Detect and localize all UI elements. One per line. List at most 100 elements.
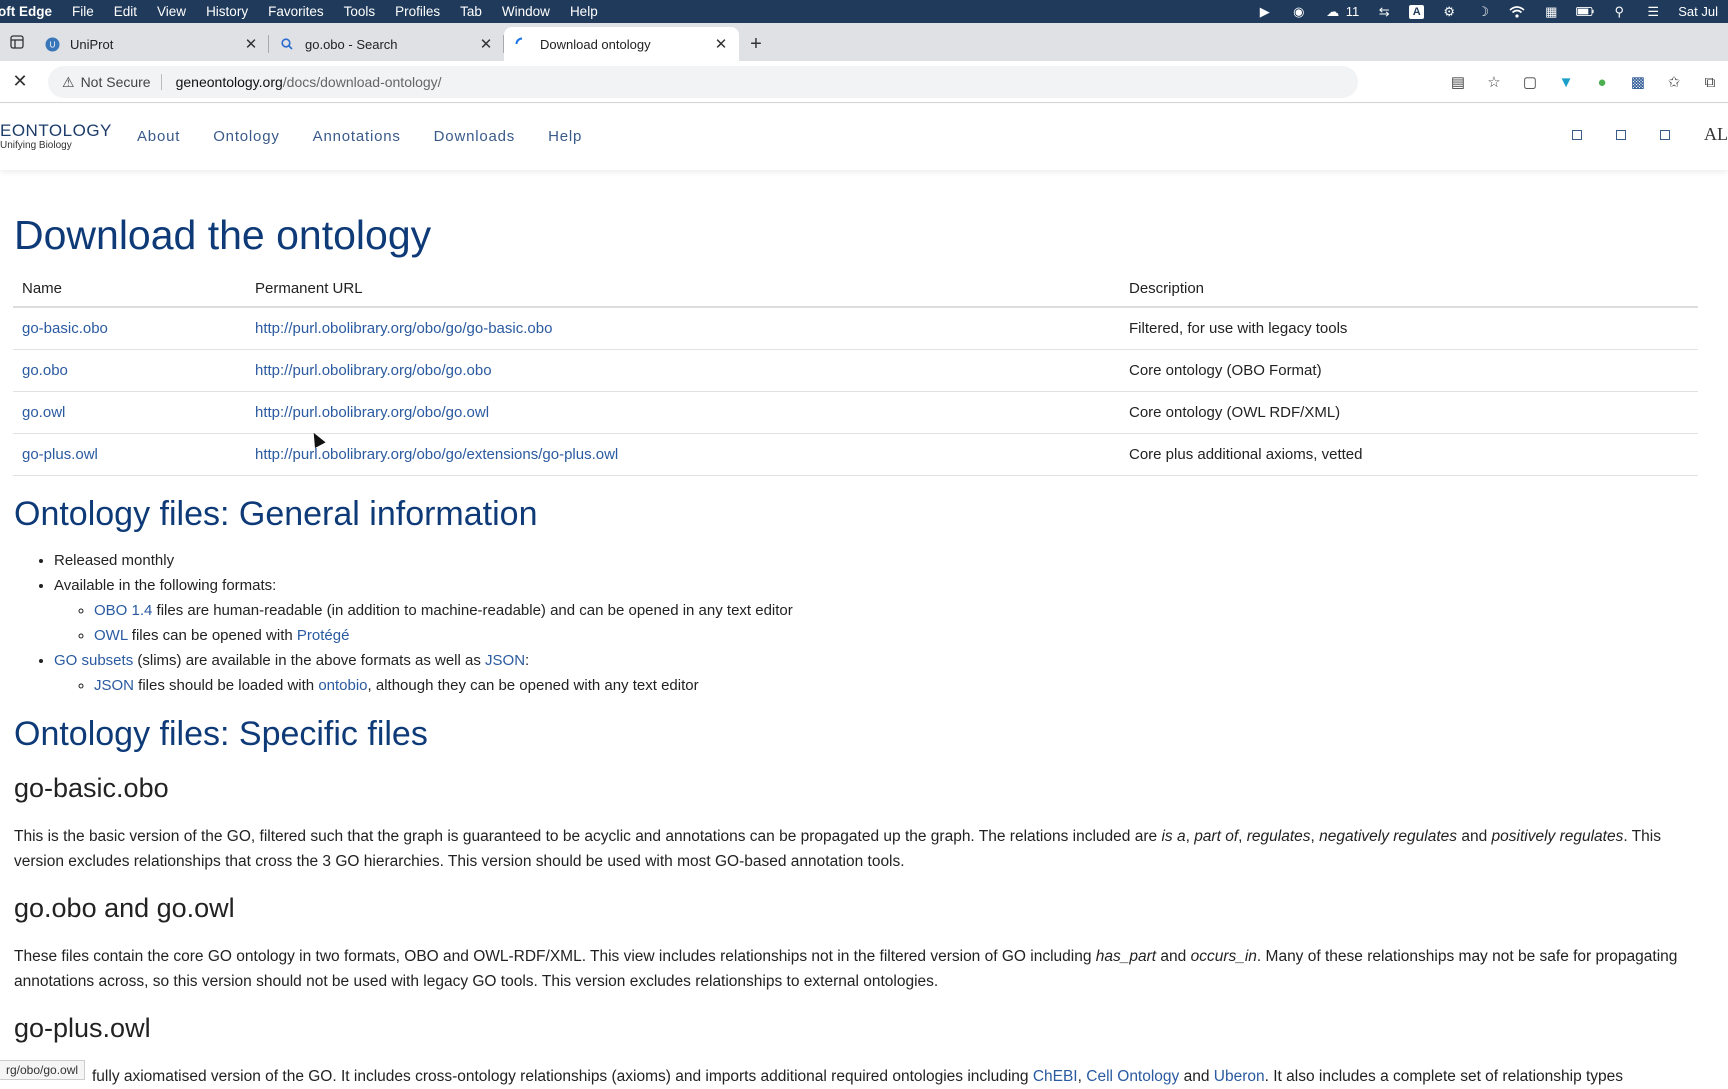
url-path: /docs/download-ontology/: [282, 74, 442, 90]
nav-downloads[interactable]: Downloads: [434, 128, 515, 145]
column-header-description: Description: [1120, 271, 1698, 308]
aperture-icon[interactable]: ◉: [1290, 4, 1308, 19]
file-name-link[interactable]: go.obo: [22, 362, 68, 379]
svg-text:U: U: [49, 40, 55, 49]
menu-view[interactable]: View: [147, 4, 196, 19]
ontobio-link[interactable]: ontobio: [318, 677, 367, 694]
menu-profiles[interactable]: Profiles: [385, 4, 450, 19]
tab-uniprot[interactable]: U UniProt ✕: [34, 27, 269, 61]
menu-help[interactable]: Help: [560, 4, 608, 19]
close-icon[interactable]: ✕: [713, 36, 729, 53]
list-item: GO subsets (slims) are available in the …: [54, 648, 793, 698]
obo-format-link[interactable]: OBO 1.4: [94, 602, 152, 619]
social-icon[interactable]: [1616, 129, 1626, 140]
extension-badge-icon[interactable]: ●: [1584, 74, 1620, 91]
chebi-link[interactable]: ChEBI: [1033, 1068, 1078, 1085]
cell-ontology-link[interactable]: Cell Ontology: [1086, 1068, 1179, 1085]
logo-tagline: Unifying Biology: [0, 140, 72, 151]
go-logo[interactable]: EONTOLOGY Unifying Biology: [0, 122, 112, 151]
moon-icon[interactable]: ☽: [1474, 4, 1492, 19]
file-description: Core plus additional axioms, vetted: [1120, 433, 1698, 476]
alliance-logo[interactable]: ALL: [1704, 124, 1728, 145]
permanent-url-link[interactable]: http://purl.obolibrary.org/obo/go/go-bas…: [255, 320, 552, 337]
permanent-url-link[interactable]: http://purl.obolibrary.org/obo/go/extens…: [255, 446, 618, 463]
file-name-link[interactable]: go-plus.owl: [22, 446, 98, 463]
search-icon: [279, 36, 295, 52]
add-favorite-icon[interactable]: ☆: [1476, 73, 1512, 91]
tool-icon[interactable]: ⚙: [1440, 4, 1458, 19]
filter-extension-icon[interactable]: ▼: [1548, 74, 1584, 91]
nav-ontology[interactable]: Ontology: [213, 128, 279, 145]
close-icon[interactable]: ✕: [243, 36, 259, 53]
social-icon[interactable]: [1572, 129, 1582, 140]
menu-tools[interactable]: Tools: [334, 4, 386, 19]
header-right: ALL: [1572, 124, 1728, 145]
nav-help[interactable]: Help: [548, 128, 582, 145]
tab-title: go.obo - Search: [305, 36, 398, 52]
go-subsets-link[interactable]: GO subsets: [54, 652, 133, 669]
immersive-reader-icon[interactable]: ▤: [1440, 73, 1476, 91]
go-plus-heading: go-plus.owl: [14, 1013, 151, 1043]
uniprot-icon: U: [44, 36, 60, 52]
file-name-link[interactable]: go.owl: [22, 404, 65, 421]
file-description: Core ontology (OWL RDF/XML): [1120, 391, 1698, 434]
uberon-link[interactable]: Uberon: [1214, 1068, 1265, 1085]
transfer-icon[interactable]: ⇆: [1375, 4, 1393, 19]
spotlight-search-icon[interactable]: ⚲: [1610, 4, 1628, 19]
list-item: JSON files should be loaded with ontobio…: [94, 673, 793, 698]
column-header-url: Permanent URL: [246, 271, 1120, 308]
table-row: go.owl http://purl.obolibrary.org/obo/go…: [13, 391, 1698, 434]
table-row: go-plus.owl http://purl.obolibrary.org/o…: [13, 433, 1698, 476]
json-link[interactable]: JSON: [485, 652, 525, 669]
menu-edit[interactable]: Edit: [104, 4, 147, 19]
close-icon[interactable]: ✕: [478, 36, 494, 53]
browser-tab-strip: U UniProt ✕ go.obo - Search ✕ Download o…: [0, 23, 1728, 61]
json-format-link[interactable]: JSON: [94, 677, 134, 694]
wechat-icon[interactable]: ☁: [1324, 4, 1342, 19]
stop-loading-icon[interactable]: ✕: [0, 71, 40, 92]
favorites-icon[interactable]: ✩: [1656, 73, 1692, 91]
tab-actions-icon[interactable]: [0, 23, 34, 61]
extension-doc-icon[interactable]: ▢: [1512, 73, 1548, 91]
collections-icon[interactable]: ⧉: [1692, 74, 1728, 91]
address-bar[interactable]: ⚠ Not Secure geneontology.org /docs/down…: [48, 66, 1358, 98]
menu-favorites[interactable]: Favorites: [258, 4, 334, 19]
obo-text: files are human-readable (in addition to…: [152, 602, 793, 619]
nav-annotations[interactable]: Annotations: [313, 128, 401, 145]
menu-window[interactable]: Window: [492, 4, 560, 19]
battery-icon[interactable]: [1576, 5, 1594, 19]
permanent-url-link[interactable]: http://purl.obolibrary.org/obo/go.owl: [255, 404, 489, 421]
security-label[interactable]: Not Secure: [81, 74, 151, 90]
file-description: Core ontology (OBO Format): [1120, 349, 1698, 392]
new-tab-button[interactable]: +: [739, 27, 773, 61]
warning-icon[interactable]: ⚠: [62, 74, 75, 91]
owl-format-link[interactable]: OWL: [94, 627, 128, 644]
file-name-link[interactable]: go-basic.obo: [22, 320, 108, 337]
play-icon[interactable]: ▶: [1256, 4, 1274, 19]
menu-history[interactable]: History: [196, 4, 258, 19]
formats-sublist: OBO 1.4 files are human-readable (in add…: [54, 598, 793, 648]
go-basic-heading: go-basic.obo: [14, 773, 169, 803]
page-title: Download the ontology: [14, 212, 432, 258]
go-obo-owl-description: These files contain the core GO ontology…: [14, 948, 1678, 990]
nav-about[interactable]: About: [137, 128, 180, 145]
tab-search[interactable]: go.obo - Search ✕: [269, 27, 504, 61]
social-icon[interactable]: [1660, 129, 1670, 140]
control-center-icon[interactable]: ☰: [1644, 4, 1662, 19]
clock[interactable]: Sat Jul: [1678, 4, 1718, 19]
link-status-bar: rg/obo/go.owl: [0, 1060, 86, 1080]
table-header-row: Name Permanent URL Description: [13, 271, 1698, 308]
keyboard-icon[interactable]: ▦: [1542, 4, 1560, 19]
menu-tab[interactable]: Tab: [450, 4, 492, 19]
reader-extension-icon[interactable]: ▩: [1620, 73, 1656, 91]
protege-link[interactable]: Protégé: [297, 627, 350, 644]
permanent-url-link[interactable]: http://purl.obolibrary.org/obo/go.obo: [255, 362, 492, 379]
menu-file[interactable]: File: [62, 4, 104, 19]
json-text: files should be loaded with: [134, 677, 319, 694]
input-source-icon[interactable]: A: [1409, 4, 1425, 19]
wifi-icon[interactable]: [1508, 5, 1526, 19]
tab-title: UniProt: [70, 36, 114, 52]
tab-download-ontology[interactable]: Download ontology ✕: [504, 27, 739, 61]
address-toolbar: ✕ ⚠ Not Secure geneontology.org /docs/do…: [0, 61, 1728, 103]
app-menu[interactable]: oft Edge: [0, 4, 62, 19]
